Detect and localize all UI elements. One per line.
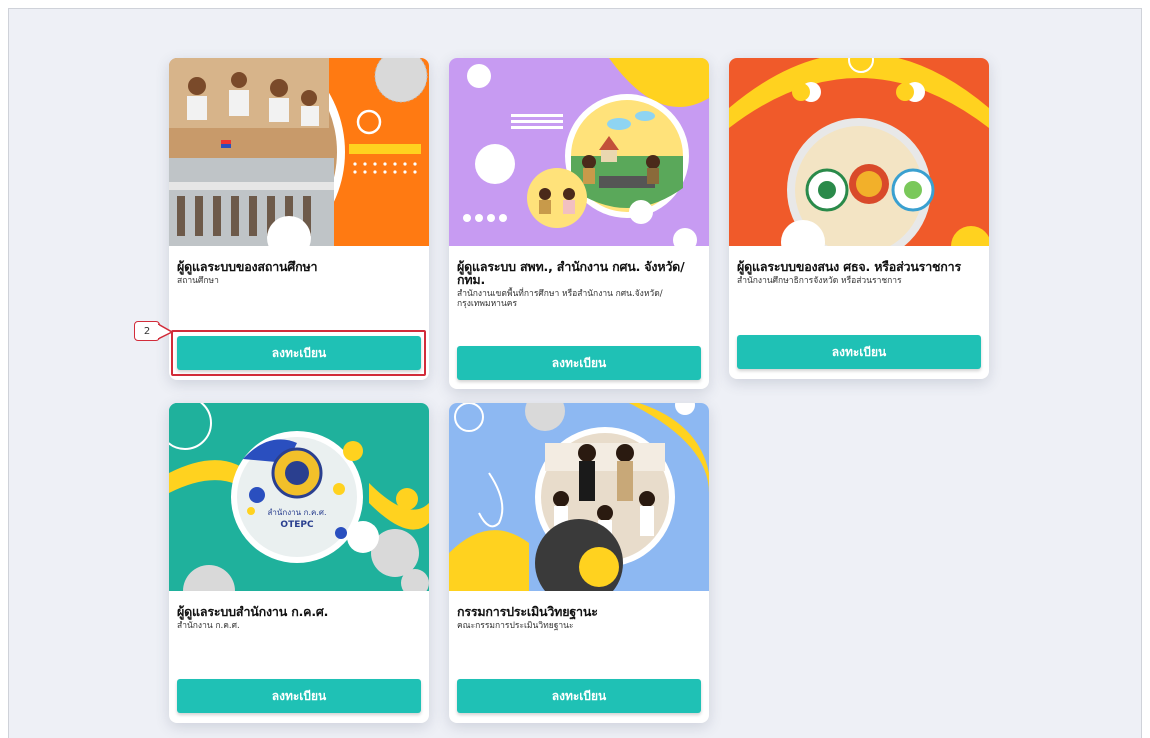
card-banner-otepc: สำนักงาน ก.ค.ศ. OTEPC (169, 403, 429, 591)
card-title: ผู้ดูแลระบบของสนง ศธจ. หรือส่วนราชการ (737, 259, 962, 274)
card-banner-committee (449, 403, 709, 591)
card-title: ผู้ดูแลระบบ สพท., สำนักงาน กศน. จังหวัด/… (457, 259, 685, 287)
card-banner-district (449, 58, 709, 246)
card-subtitle: สำนักงานศึกษาธิการจังหวัด หรือส่วนราชการ (737, 276, 902, 286)
logo-caption: OTEPC (280, 520, 314, 530)
card-title: ผู้ดูแลระบบของสถานศึกษา (177, 259, 318, 274)
card-banner-provincial (729, 58, 989, 246)
register-button[interactable]: ลงทะเบียน (737, 335, 981, 369)
card-banner-school (169, 58, 429, 246)
register-button[interactable]: ลงทะเบียน (457, 679, 701, 713)
card-evaluation-committee: กรรมการประเมินวิทยฐานะ คณะกรรมการประเมิน… (449, 403, 709, 723)
card-subtitle: สำนักงานเขตพื้นที่การศึกษา หรือสำนักงาน … (457, 289, 663, 309)
card-district-office-admin: ผู้ดูแลระบบ สพท., สำนักงาน กศน. จังหวัด/… (449, 58, 709, 389)
logo-text: สำนักงาน ก.ค.ศ. (268, 508, 327, 517)
step-highlight-box (171, 330, 426, 376)
card-provincial-office-admin: ผู้ดูแลระบบของสนง ศธจ. หรือส่วนราชการ สำ… (729, 58, 989, 379)
card-subtitle: สำนักงาน ก.ค.ศ. (177, 621, 240, 631)
card-title: ผู้ดูแลระบบสำนักงาน ก.ค.ศ. (177, 604, 329, 619)
card-subtitle: สถานศึกษา (177, 276, 219, 286)
step-callout: 2 (134, 321, 160, 341)
card-title: กรรมการประเมินวิทยฐานะ (457, 604, 598, 619)
register-button[interactable]: ลงทะเบียน (457, 346, 701, 380)
callout-pointer (158, 323, 174, 340)
card-subtitle: คณะกรรมการประเมินวิทยฐานะ (457, 621, 574, 631)
register-button[interactable]: ลงทะเบียน (177, 679, 421, 713)
card-otepc-admin: สำนักงาน ก.ค.ศ. OTEPC ผู้ดูแลระบบสำนักงา… (169, 403, 429, 723)
